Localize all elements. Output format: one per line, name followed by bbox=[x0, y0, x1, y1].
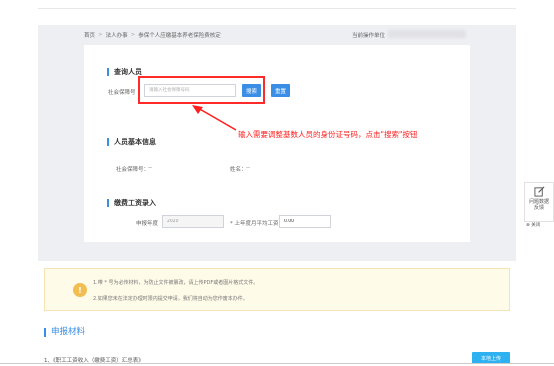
operator-value-redacted bbox=[388, 30, 466, 38]
bottom-divider bbox=[0, 363, 554, 364]
basic-name-value: -- bbox=[246, 165, 250, 171]
annotation-text: 输入需要调整基数人员的身份证号码，点击"搜索"按钮 bbox=[238, 130, 418, 139]
top-divider bbox=[38, 8, 516, 9]
breadcrumb-legal[interactable]: 法人办事 bbox=[106, 31, 128, 39]
notice-line-2: 2.如果您未在法定办理时限内提交申请，我们将自动为您作废本办件。 bbox=[93, 296, 248, 302]
basic-name-label: 姓名： bbox=[230, 167, 247, 173]
feedback-widget[interactable]: 问题数据反馈 bbox=[524, 182, 554, 222]
avg-wage-input[interactable] bbox=[280, 216, 330, 227]
basic-ssn-label: 社会保障号： bbox=[116, 167, 150, 173]
operator-label: 当前操作单位 bbox=[352, 33, 386, 39]
edit-icon bbox=[533, 186, 544, 197]
basic-info-title: 人员基本信息 bbox=[107, 138, 156, 146]
warning-icon: ! bbox=[73, 283, 87, 297]
year-field-box bbox=[162, 215, 224, 228]
ssn-field-label: 社会保障号 bbox=[108, 90, 136, 96]
basic-ssn-value: -- bbox=[148, 165, 152, 171]
query-section-title: 查询人员 bbox=[107, 68, 142, 76]
breadcrumb: 首页 > 法人办事 > 参保个人应缴基本养老保险费核定 bbox=[84, 31, 221, 39]
notice-box: ! 1.带 * 号为必传材料，为防止文件被篡改，请上传PDF或者图片格式文件。 … bbox=[44, 268, 510, 311]
feedback-label: 问题数据反馈 bbox=[528, 199, 549, 211]
reset-button[interactable]: 重置 bbox=[271, 84, 290, 97]
materials-title: 申报材料 bbox=[44, 328, 85, 337]
wage-section-title: 缴费工资录入 bbox=[107, 199, 156, 207]
breadcrumb-home[interactable]: 首页 bbox=[84, 31, 95, 39]
breadcrumb-current: 参保个人应缴基本养老保险费核定 bbox=[138, 33, 221, 39]
year-label: 申报年度 bbox=[136, 221, 159, 227]
avg-wage-field-box bbox=[279, 215, 331, 228]
avg-wage-label: * 上年度月平均工资 bbox=[230, 221, 279, 227]
year-field bbox=[163, 216, 223, 227]
notice-line-1: 1.带 * 号为必传材料，为防止文件被篡改，请上传PDF或者图片格式文件。 bbox=[93, 280, 259, 286]
breadcrumb-separator: > bbox=[130, 32, 136, 38]
annotation-arrow bbox=[192, 105, 237, 131]
highlight-box bbox=[138, 76, 265, 104]
feedback-close-button[interactable]: ⊗ 关闭 bbox=[526, 222, 540, 228]
breadcrumb-separator: > bbox=[98, 32, 103, 38]
